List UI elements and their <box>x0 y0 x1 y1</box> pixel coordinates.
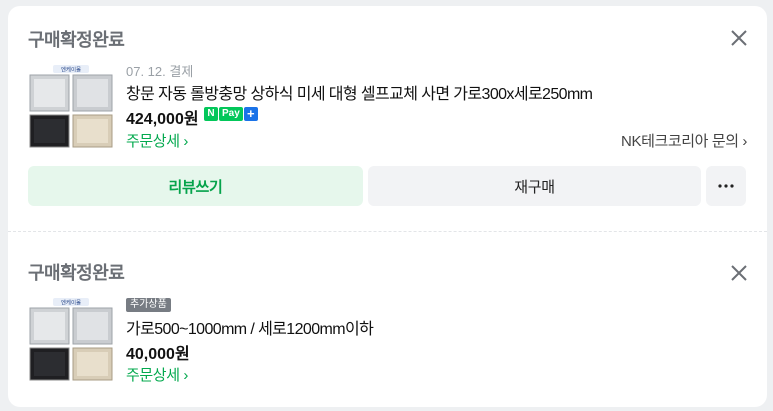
write-review-button[interactable]: 리뷰쓰기 <box>28 166 363 206</box>
order-detail-link[interactable]: 주문상세 › <box>126 364 188 385</box>
order-status: 구매확정완료 <box>28 30 125 50</box>
more-dots-icon <box>718 184 734 188</box>
product-price: 424,000원 <box>126 111 199 128</box>
order-card-2: 구매확정완료 엔케이몰 추가상품 가로500~1000mm / 세로1200mm… <box>8 237 767 407</box>
seller-inquiry-link[interactable]: NK테크코리아 문의 › <box>621 130 747 151</box>
close-icon[interactable] <box>729 28 749 48</box>
product-name[interactable]: 창문 자동 롤방충망 상하식 미세 대형 셀프교체 사면 가로300x세로250… <box>126 80 593 104</box>
npay-n-icon: N <box>204 107 218 121</box>
payment-date: 07. 12. 결제 <box>126 64 194 79</box>
order-card-1: 구매확정완료 엔케이몰 07. 12. 결제 창문 자동 롤방충망 상하식 미세… <box>8 6 767 231</box>
additional-product-badge: 추가상품 <box>126 298 171 312</box>
order-detail-link[interactable]: 주문상세 › <box>126 130 188 151</box>
npay-badge: N Pay + <box>204 107 258 121</box>
npay-label: Pay <box>219 107 243 121</box>
rebuy-button[interactable]: 재구매 <box>368 166 701 206</box>
thumbnail-logo: 엔케이몰 <box>61 299 81 307</box>
close-icon[interactable] <box>729 263 749 283</box>
product-thumbnail[interactable]: 엔케이몰 <box>28 63 114 149</box>
npay-plus-icon: + <box>243 107 258 121</box>
more-options-button[interactable] <box>706 166 746 206</box>
product-thumbnail[interactable]: 엔케이몰 <box>28 296 114 382</box>
thumbnail-logo: 엔케이몰 <box>61 66 81 74</box>
order-status: 구매확정완료 <box>28 263 125 283</box>
product-name[interactable]: 가로500~1000mm / 세로1200mm이하 <box>126 315 374 339</box>
product-price: 40,000원 <box>126 346 190 363</box>
